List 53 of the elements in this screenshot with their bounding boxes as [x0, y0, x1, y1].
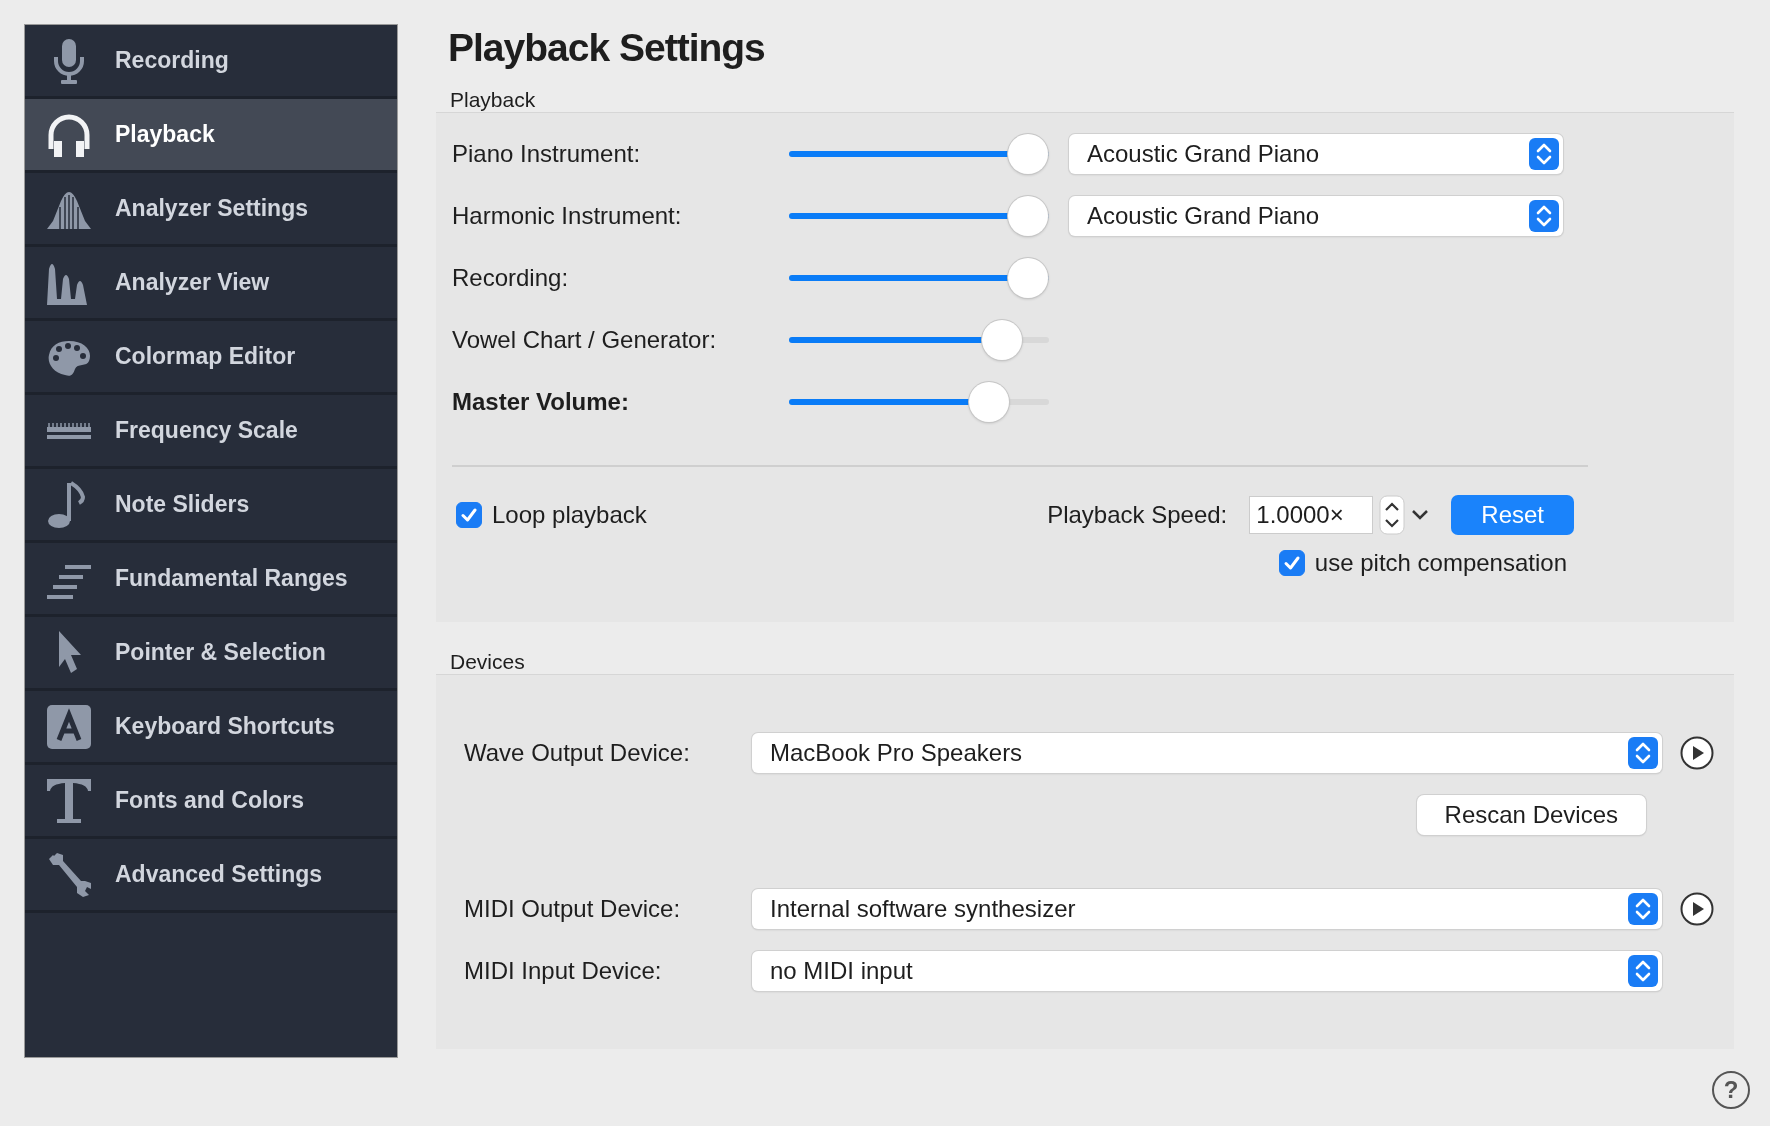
checkbox[interactable] [456, 502, 482, 528]
instrument-dropdown[interactable]: Acoustic Grand Piano [1069, 134, 1563, 174]
sidebar-item[interactable]: Colormap Editor [25, 321, 397, 395]
speed-field[interactable]: 1.0000× [1249, 496, 1374, 534]
popup-arrows-icon [1628, 737, 1658, 769]
volume-slider[interactable] [789, 381, 1049, 423]
pitch-checkbox[interactable]: use pitch compensation [1278, 549, 1567, 577]
popup-arrows-icon [1529, 138, 1559, 170]
device-dropdown[interactable]: no MIDI input [752, 951, 1662, 991]
sidebar-item[interactable]: Fundamental Ranges [25, 543, 397, 617]
stepper-icon[interactable] [1379, 495, 1406, 535]
volume-slider[interactable] [789, 195, 1049, 237]
device-label: MIDI Input Device: [464, 957, 663, 985]
sidebar-item[interactable]: Keyboard Shortcuts [25, 691, 397, 765]
sidebar-item[interactable]: Analyzer View [25, 247, 397, 321]
checkbox[interactable] [1278, 550, 1305, 576]
popup-arrows-icon [1628, 893, 1658, 925]
popup-arrows-icon [1628, 955, 1658, 987]
instrument-dropdown[interactable]: Acoustic Grand Piano [1069, 196, 1563, 236]
slider-label: Piano Instrument: [452, 140, 642, 168]
play-icon[interactable] [1680, 736, 1714, 770]
chevron-down-icon[interactable] [1411, 509, 1430, 521]
serif-type-icon [47, 776, 91, 825]
group-heading: Devices [450, 650, 526, 674]
device-label: Wave Output Device: [464, 739, 691, 767]
help-button[interactable]: ? [1712, 1071, 1750, 1109]
slider-label: Recording: [452, 264, 570, 292]
sidebar-item[interactable]: Advanced Settings [25, 839, 397, 913]
slider-label: Master Volume: [452, 388, 630, 416]
page-title: Playback Settings [448, 26, 766, 70]
sidebar-item[interactable]: Fonts and Colors [25, 765, 397, 839]
letter-key-icon [47, 702, 91, 751]
group-heading: Playback [450, 88, 537, 112]
slider-label: Harmonic Instrument: [452, 202, 683, 230]
rescan-button[interactable]: Rescan Devices [1416, 795, 1646, 835]
loop-checkbox[interactable]: Loop playback [456, 501, 647, 529]
volume-slider[interactable] [789, 133, 1049, 175]
sidebar-item[interactable]: Frequency Scale [25, 395, 397, 469]
speed-label: Playback Speed: [1047, 501, 1228, 529]
sidebar-item[interactable]: Analyzer Settings [25, 173, 397, 247]
popup-arrows-icon [1529, 200, 1559, 232]
volume-slider[interactable] [789, 319, 1049, 361]
sidebar-item[interactable]: Playback [25, 99, 397, 173]
reset-button[interactable]: Reset [1451, 495, 1574, 535]
sidebar-item[interactable]: Pointer & Selection [25, 617, 397, 691]
device-dropdown[interactable]: Internal software synthesizer [752, 889, 1662, 929]
sidebar-item[interactable]: Note Sliders [25, 469, 397, 543]
slider-label: Vowel Chart / Generator: [452, 326, 718, 354]
device-label: MIDI Output Device: [464, 895, 682, 923]
device-dropdown[interactable]: MacBook Pro Speakers [752, 733, 1662, 773]
play-icon[interactable] [1680, 892, 1714, 926]
volume-slider[interactable] [789, 257, 1049, 299]
wrench-icon [47, 850, 91, 899]
